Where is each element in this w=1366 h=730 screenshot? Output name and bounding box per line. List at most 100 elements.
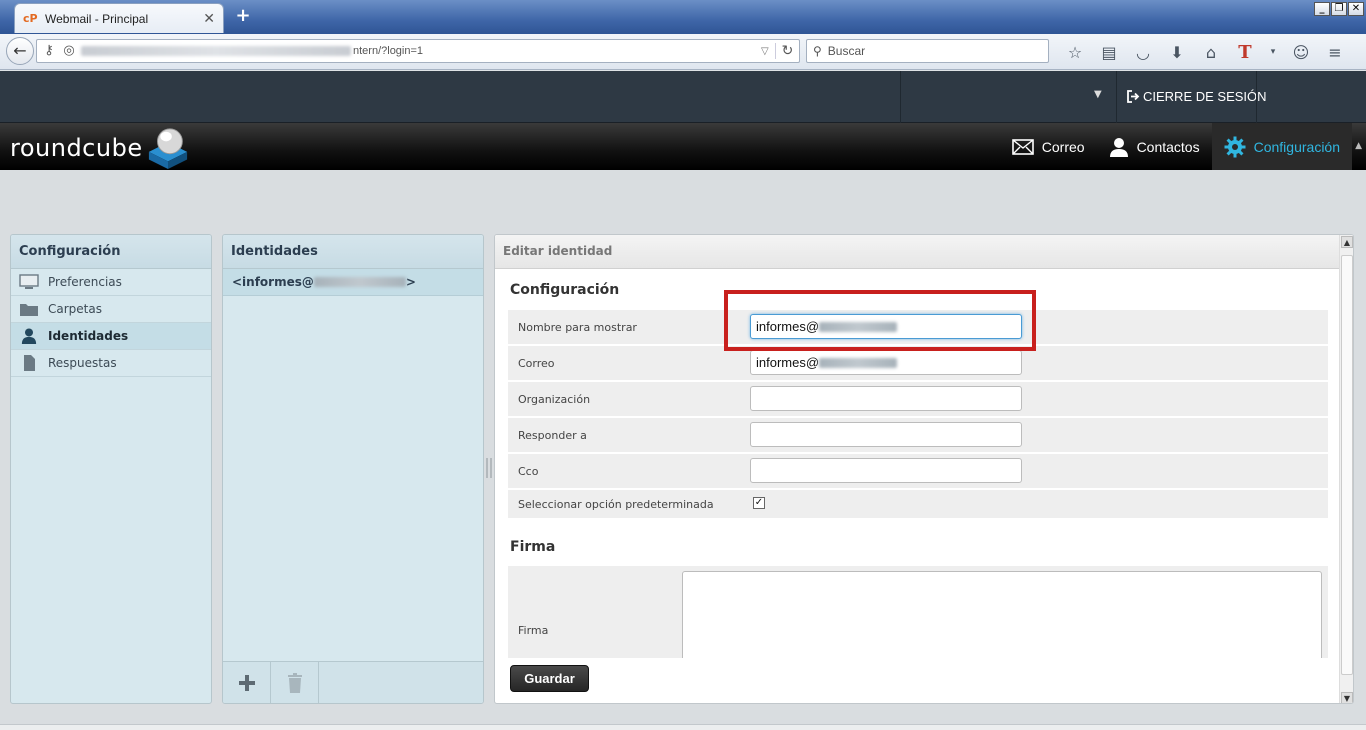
- sidebar-item-label: Respuestas: [48, 356, 117, 370]
- identity-email-suffix: >: [405, 275, 416, 289]
- identities-panel: Identidades <informes@ >: [222, 234, 484, 704]
- organization-input[interactable]: [750, 386, 1022, 411]
- form-row-default: Seleccionar opción predeterminada ✓: [508, 490, 1328, 518]
- bottom-strip: [0, 724, 1366, 730]
- sidebar-item-preferences[interactable]: Preferencias: [11, 269, 211, 296]
- minimize-button[interactable]: _: [1314, 2, 1330, 16]
- save-button[interactable]: Guardar: [510, 665, 589, 692]
- form-row-email: Correo informes@: [508, 346, 1328, 380]
- tab-close-icon[interactable]: ✕: [203, 11, 215, 27]
- add-identity-button[interactable]: [223, 662, 271, 703]
- plus-icon: [238, 675, 255, 691]
- divider: [900, 71, 901, 123]
- email-value: informes@: [756, 355, 820, 370]
- tab-title: Webmail - Principal: [45, 11, 149, 26]
- reading-list-icon[interactable]: ▤: [1092, 43, 1126, 62]
- scroll-thumb[interactable]: [1341, 255, 1353, 675]
- url-text: ntern/?login=1: [353, 45, 424, 57]
- sidebar-item-folders[interactable]: Carpetas: [11, 296, 211, 323]
- logo-text: roundcube: [10, 134, 143, 162]
- organization-label: Organización: [518, 392, 591, 406]
- pocket-icon[interactable]: ◡: [1126, 43, 1160, 62]
- roundcube-topline: ▼ CIERRE DE SESIÓN: [0, 71, 1366, 123]
- user-menu-caret-icon[interactable]: ▼: [1094, 89, 1102, 100]
- cpanel-favicon-icon: cP: [23, 11, 38, 25]
- search-icon: ⚲: [813, 44, 822, 58]
- reload-icon[interactable]: ↻: [775, 43, 799, 59]
- close-window-button[interactable]: ✕: [1348, 2, 1364, 16]
- restore-button[interactable]: ❐: [1331, 2, 1347, 16]
- trash-icon: [287, 673, 302, 693]
- browser-toolbar: ☆ ▤ ◡ ⬇ ⌂ T ▾ ☺ ≡: [1058, 34, 1352, 70]
- bcc-input[interactable]: [750, 458, 1022, 483]
- reply-to-label: Responder a: [518, 428, 587, 442]
- default-label: Seleccionar opción predeterminada: [518, 497, 714, 511]
- tab-label: Configuración: [1253, 138, 1340, 155]
- new-tab-button[interactable]: +: [234, 6, 252, 26]
- tab-settings[interactable]: Configuración: [1211, 123, 1352, 170]
- signature-textarea[interactable]: [682, 571, 1322, 658]
- roundcube-logo-icon: [148, 128, 187, 169]
- tab-label: Correo: [1041, 138, 1085, 155]
- url-dropdown-icon[interactable]: ▽: [761, 46, 775, 57]
- email-input[interactable]: informes@: [750, 350, 1022, 375]
- form-row-organization: Organización: [508, 382, 1328, 416]
- sidebar-item-label: Carpetas: [48, 302, 102, 316]
- tab-mail[interactable]: Correo: [1000, 123, 1097, 170]
- star-icon[interactable]: ☆: [1058, 43, 1092, 62]
- roundcube-logo[interactable]: roundcube: [10, 127, 191, 169]
- edit-identity-title: Editar identidad: [495, 235, 1353, 269]
- identity-list-item[interactable]: <informes@ >: [223, 269, 483, 296]
- tab-contacts[interactable]: Contactos: [1097, 123, 1212, 170]
- settings-panel: Configuración Preferencias Carpetas Iden…: [10, 234, 212, 704]
- key-icon: ⚷: [44, 43, 54, 58]
- logout-button[interactable]: CIERRE DE SESIÓN: [1126, 89, 1267, 104]
- roundcube-header: roundcube Correo Contactos Configuración…: [0, 123, 1366, 170]
- t-icon[interactable]: T: [1228, 42, 1262, 63]
- default-checkbox[interactable]: ✓: [753, 497, 765, 509]
- blurred-domain: [819, 357, 898, 368]
- tab-label: Contactos: [1136, 138, 1200, 155]
- download-icon[interactable]: ⬇: [1160, 43, 1194, 62]
- mail-icon: [1011, 138, 1034, 155]
- main-navigation: Correo Contactos Configuración: [1000, 123, 1352, 170]
- document-icon: [24, 355, 35, 371]
- form-row-signature: Firma: [508, 566, 1328, 658]
- chat-icon[interactable]: ☺: [1284, 43, 1318, 62]
- reply-to-input[interactable]: [750, 422, 1022, 447]
- settings-panel-title: Configuración: [11, 235, 211, 269]
- window-controls: _ ❐ ✕: [1314, 2, 1364, 16]
- scroll-down-icon[interactable]: ▼: [1341, 692, 1353, 703]
- sidebar-item-identities[interactable]: Identidades: [11, 323, 211, 350]
- gear-icon: [1224, 136, 1246, 157]
- globe-icon: ◎: [63, 43, 75, 58]
- search-bar[interactable]: ⚲ Buscar: [806, 39, 1049, 63]
- sidebar-item-responses[interactable]: Respuestas: [11, 350, 211, 377]
- back-button[interactable]: ←: [6, 37, 34, 65]
- blurred-url: [81, 46, 351, 56]
- display-name-label: Nombre para mostrar: [518, 320, 637, 334]
- delete-identity-button[interactable]: [271, 662, 319, 703]
- identities-footer: [223, 661, 483, 703]
- scroll-up-icon[interactable]: ▲: [1341, 236, 1353, 248]
- sidebar-item-label: Preferencias: [48, 275, 122, 289]
- folder-icon: [20, 304, 38, 316]
- section-title-configuration: Configuración: [510, 282, 620, 298]
- panel-splitter[interactable]: [486, 458, 492, 478]
- search-placeholder: Buscar: [827, 44, 866, 58]
- signature-label: Firma: [518, 624, 549, 637]
- address-bar[interactable]: ⚷ ◎ ntern/?login=1 ▽ ↻: [36, 39, 800, 63]
- home-icon[interactable]: ⌂: [1194, 43, 1228, 62]
- collapse-header-icon[interactable]: ▲: [1355, 141, 1362, 151]
- hamburger-icon[interactable]: ≡: [1318, 43, 1352, 62]
- logout-icon: [1127, 90, 1140, 103]
- browser-titlebar: cP Webmail - Principal ✕ + _ ❐ ✕: [0, 0, 1366, 34]
- email-label: Correo: [518, 356, 555, 370]
- editor-scrollbar[interactable]: ▲ ▼: [1339, 235, 1353, 703]
- menu-drop-icon[interactable]: ▾: [1262, 47, 1284, 57]
- blurred-domain: [313, 277, 406, 287]
- section-title-signature: Firma: [510, 539, 556, 555]
- browser-tab[interactable]: cP Webmail - Principal ✕: [14, 3, 224, 33]
- person-icon: [1109, 137, 1128, 157]
- form-row-bcc: Cco: [508, 454, 1328, 488]
